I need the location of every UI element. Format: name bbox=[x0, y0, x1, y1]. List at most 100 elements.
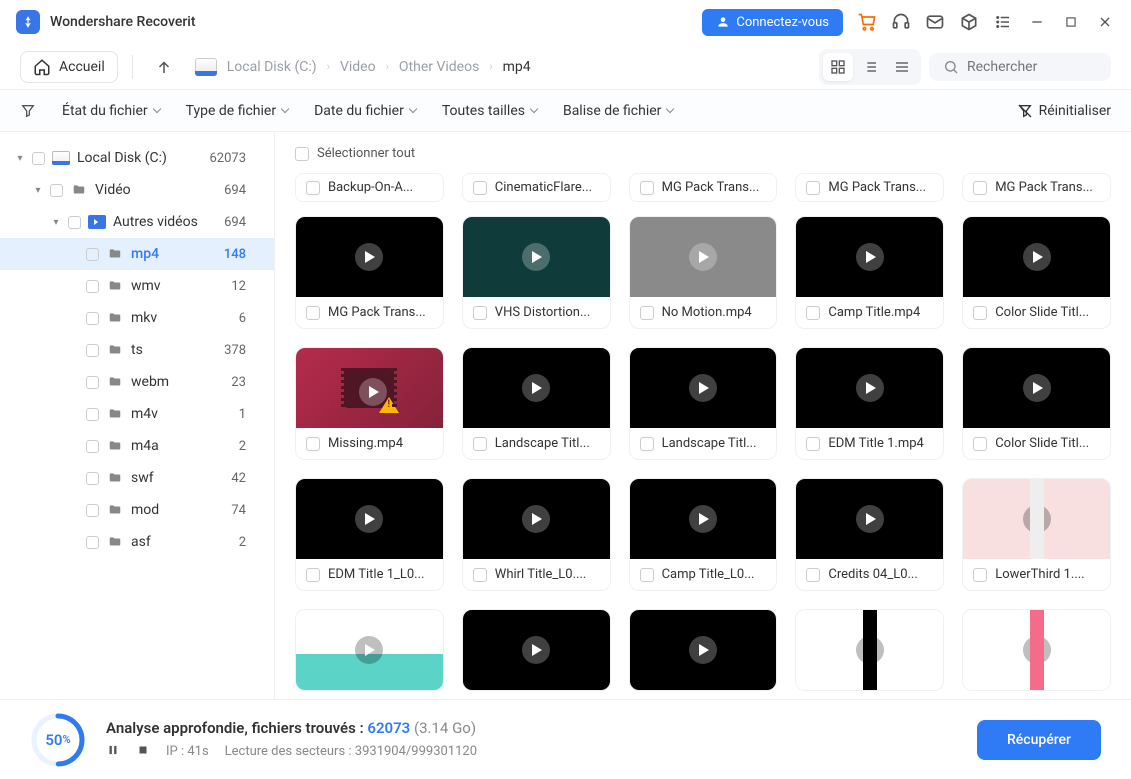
file-card[interactable] bbox=[295, 609, 444, 691]
recover-button[interactable]: Récupérer bbox=[977, 720, 1101, 760]
thumbnail[interactable] bbox=[796, 348, 943, 428]
checkbox[interactable] bbox=[306, 568, 320, 582]
file-card[interactable]: Landscape Titl... bbox=[629, 347, 778, 460]
thumbnail[interactable] bbox=[630, 348, 777, 428]
reset-button[interactable]: Réinitialiser bbox=[1017, 103, 1111, 119]
checkbox[interactable] bbox=[86, 312, 99, 325]
cart-icon[interactable] bbox=[857, 12, 877, 32]
stop-button[interactable] bbox=[136, 743, 150, 761]
tree-item-autres-vid-os[interactable]: ▾Autres vidéos694 bbox=[0, 206, 274, 238]
box-icon[interactable] bbox=[959, 12, 979, 32]
tree-item-m4a[interactable]: m4a2 bbox=[0, 430, 274, 462]
file-card[interactable] bbox=[629, 609, 778, 691]
file-card[interactable]: CinematicFlare... bbox=[462, 173, 611, 202]
file-card[interactable]: Whirl Title_L0.... bbox=[462, 478, 611, 591]
filter-date[interactable]: Date du fichier bbox=[314, 103, 416, 119]
checkbox[interactable] bbox=[806, 437, 820, 451]
file-card[interactable]: Camp Title.mp4 bbox=[795, 216, 944, 329]
minimize-icon[interactable] bbox=[1027, 12, 1047, 32]
thumbnail[interactable] bbox=[463, 217, 610, 297]
tree-item-webm[interactable]: webm23 bbox=[0, 366, 274, 398]
tree-item-asf[interactable]: asf2 bbox=[0, 526, 274, 558]
maximize-icon[interactable] bbox=[1061, 12, 1081, 32]
file-card[interactable]: Backup-On-A... bbox=[295, 173, 444, 202]
thumbnail[interactable] bbox=[963, 479, 1110, 559]
checkbox[interactable] bbox=[86, 408, 99, 421]
checkbox[interactable] bbox=[640, 306, 654, 320]
filter-tag[interactable]: Balise de fichier bbox=[563, 103, 673, 119]
file-card[interactable]: Credits 04_L0... bbox=[795, 478, 944, 591]
thumbnail[interactable] bbox=[296, 479, 443, 559]
tree-item-local-disk-c-[interactable]: ▾Local Disk (C:)62073 bbox=[0, 142, 274, 174]
breadcrumb-item[interactable]: mp4 bbox=[503, 59, 531, 75]
thumbnail[interactable] bbox=[796, 217, 943, 297]
thumbnail[interactable] bbox=[796, 610, 943, 690]
thumbnail[interactable] bbox=[296, 610, 443, 690]
checkbox[interactable] bbox=[86, 536, 99, 549]
select-all[interactable]: Sélectionner tout bbox=[295, 146, 1111, 173]
thumbnail[interactable] bbox=[463, 479, 610, 559]
thumbnail[interactable] bbox=[963, 610, 1110, 690]
file-card[interactable] bbox=[795, 609, 944, 691]
connect-button[interactable]: Connectez-vous bbox=[702, 9, 843, 36]
file-card[interactable]: MG Pack Trans... bbox=[629, 173, 778, 202]
thumbnail[interactable] bbox=[630, 610, 777, 690]
file-card[interactable]: MG Pack Trans... bbox=[962, 173, 1111, 202]
thumbnail[interactable] bbox=[796, 479, 943, 559]
checkbox[interactable] bbox=[473, 437, 487, 451]
view-list-icon[interactable] bbox=[855, 53, 885, 81]
file-card[interactable]: EDM Title 1.mp4 bbox=[795, 347, 944, 460]
checkbox[interactable] bbox=[86, 376, 99, 389]
thumbnail[interactable] bbox=[463, 610, 610, 690]
home-button[interactable]: Accueil bbox=[20, 51, 118, 83]
tree-item-mp4[interactable]: mp4148 bbox=[0, 238, 274, 270]
up-button[interactable] bbox=[147, 50, 181, 84]
checkbox[interactable] bbox=[473, 306, 487, 320]
tree-item-wmv[interactable]: wmv12 bbox=[0, 270, 274, 302]
mail-icon[interactable] bbox=[925, 12, 945, 32]
checkbox[interactable] bbox=[806, 568, 820, 582]
checkbox[interactable] bbox=[806, 306, 820, 320]
checkbox[interactable] bbox=[973, 306, 987, 320]
filter-size[interactable]: Toutes tailles bbox=[442, 103, 537, 119]
thumbnail[interactable] bbox=[463, 348, 610, 428]
checkbox[interactable] bbox=[973, 437, 987, 451]
checkbox[interactable] bbox=[473, 568, 487, 582]
file-card[interactable]: Camp Title_L0... bbox=[629, 478, 778, 591]
checkbox[interactable] bbox=[640, 568, 654, 582]
checkbox[interactable] bbox=[68, 216, 81, 229]
file-card[interactable]: VHS Distortion... bbox=[462, 216, 611, 329]
tree-item-swf[interactable]: swf42 bbox=[0, 462, 274, 494]
checkbox[interactable] bbox=[306, 306, 320, 320]
menu-icon[interactable] bbox=[993, 12, 1013, 32]
file-card[interactable] bbox=[462, 609, 611, 691]
tree-item-vid-o[interactable]: ▾Vidéo694 bbox=[0, 174, 274, 206]
file-card[interactable]: Landscape Titl... bbox=[462, 347, 611, 460]
close-icon[interactable] bbox=[1095, 12, 1115, 32]
file-card[interactable]: No Motion.mp4 bbox=[629, 216, 778, 329]
tree-item-ts[interactable]: ts378 bbox=[0, 334, 274, 366]
checkbox[interactable] bbox=[306, 181, 320, 195]
filter-state[interactable]: État du fichier bbox=[62, 103, 160, 119]
tree-item-m4v[interactable]: m4v1 bbox=[0, 398, 274, 430]
checkbox[interactable] bbox=[973, 181, 987, 195]
checkbox[interactable] bbox=[86, 472, 99, 485]
checkbox[interactable] bbox=[86, 504, 99, 517]
checkbox[interactable] bbox=[86, 248, 99, 261]
thumbnail[interactable] bbox=[630, 217, 777, 297]
pause-button[interactable] bbox=[106, 743, 120, 761]
thumbnail[interactable] bbox=[963, 217, 1110, 297]
view-detail-icon[interactable] bbox=[887, 53, 917, 81]
search-input[interactable] bbox=[967, 59, 1097, 75]
checkbox[interactable] bbox=[86, 344, 99, 357]
headset-icon[interactable] bbox=[891, 12, 911, 32]
thumbnail[interactable] bbox=[296, 217, 443, 297]
checkbox[interactable] bbox=[973, 568, 987, 582]
file-card[interactable]: Color Slide Titl... bbox=[962, 347, 1111, 460]
checkbox[interactable] bbox=[640, 437, 654, 451]
checkbox[interactable] bbox=[86, 440, 99, 453]
search-box[interactable] bbox=[929, 53, 1111, 81]
breadcrumb-item[interactable]: Other Videos bbox=[399, 59, 479, 75]
checkbox[interactable] bbox=[473, 181, 487, 195]
thumbnail[interactable] bbox=[630, 479, 777, 559]
